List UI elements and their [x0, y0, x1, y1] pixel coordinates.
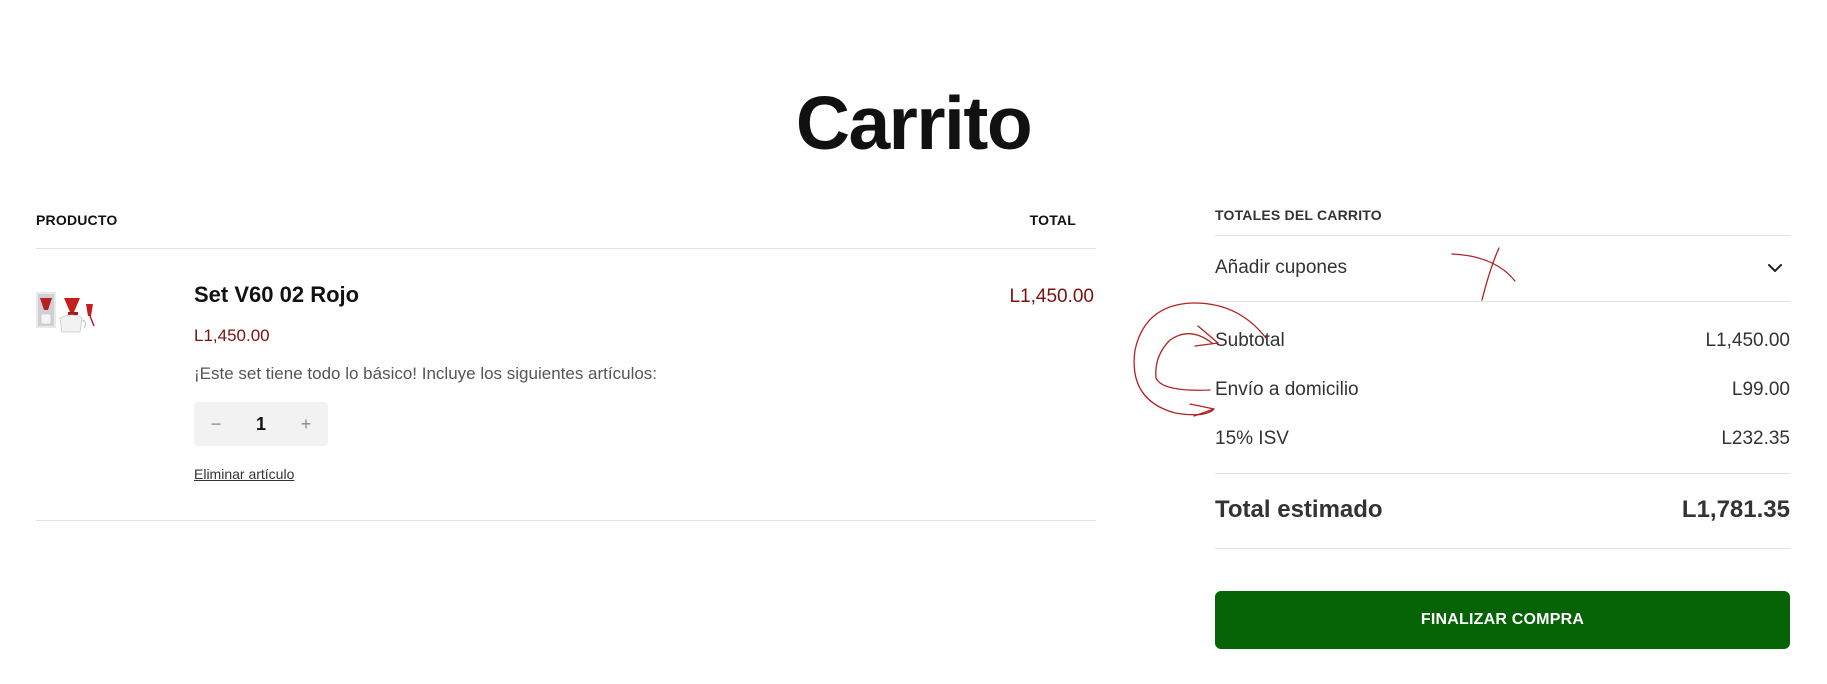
product-description: ¡Este set tiene todo lo básico! Incluye … — [194, 364, 658, 383]
decrement-button[interactable]: − — [206, 414, 226, 435]
remove-item-link[interactable]: Eliminar artículo — [194, 466, 294, 482]
add-coupons-label: Añadir cupones — [1215, 257, 1348, 278]
tax-label: 15% ISV — [1215, 428, 1289, 449]
column-header-product: PRODUCTO — [36, 212, 118, 228]
column-header-total: TOTAL — [1029, 212, 1076, 228]
shipping-label: Envío a domicilio — [1215, 379, 1359, 400]
tax-row: 15% ISV L232.35 — [1215, 428, 1790, 450]
product-thumbnail[interactable] — [36, 288, 96, 336]
quantity-value[interactable]: 1 — [256, 414, 266, 435]
subtotal-row: Subtotal L1,450.00 — [1215, 330, 1790, 352]
annotation-curve-inner — [1155, 333, 1213, 391]
chevron-down-icon[interactable] — [1766, 259, 1784, 277]
shipping-row: Envío a domicilio L99.00 — [1215, 379, 1790, 401]
table-header-divider — [36, 248, 1096, 249]
increment-button[interactable]: + — [296, 414, 316, 435]
page-title: Carrito — [795, 81, 1033, 166]
add-coupons-toggle[interactable]: Añadir cupones — [1215, 235, 1790, 301]
quantity-stepper: − 1 + — [194, 402, 328, 446]
cart-totals-heading: TOTALES DEL CARRITO — [1215, 207, 1382, 223]
product-unit-price: L1,450.00 — [194, 326, 270, 345]
shipping-value: L99.00 — [1731, 379, 1790, 400]
subtotal-label: Subtotal — [1215, 330, 1285, 351]
totals-divider-bottom — [1215, 548, 1790, 549]
subtotal-value: L1,450.00 — [1705, 330, 1790, 351]
checkout-button[interactable]: FINALIZAR COMPRA — [1215, 591, 1790, 649]
annotation-arrow-shipping — [1189, 403, 1215, 417]
totals-divider-sums — [1215, 473, 1790, 474]
estimated-total-row: Total estimado L1,781.35 — [1215, 496, 1790, 524]
product-name[interactable]: Set V60 02 Rojo — [194, 282, 359, 308]
line-total: L1,450.00 — [1009, 286, 1094, 307]
estimated-total-label: Total estimado — [1215, 496, 1383, 523]
estimated-total-value: L1,781.35 — [1681, 496, 1790, 523]
cart-page: Carrito PRODUCTO TOTAL Set V60 02 Rojo L… — [0, 0, 1827, 684]
table-bottom-divider — [36, 520, 1096, 521]
totals-divider-coupons — [1215, 301, 1790, 302]
tax-value: L232.35 — [1721, 428, 1790, 449]
